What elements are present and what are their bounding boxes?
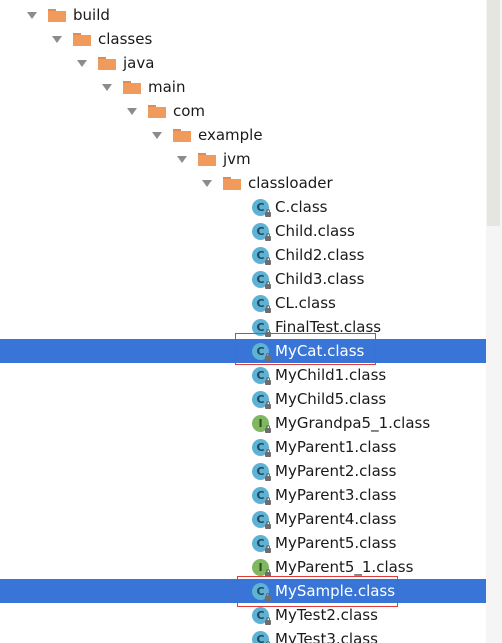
class-icon: C (252, 630, 270, 643)
scrollbar-thumb[interactable] (487, 0, 500, 226)
file-label: Child.class (275, 222, 355, 240)
tree-file-item[interactable]: I MyGrandpa5_1.class (0, 411, 486, 435)
tree-file-item[interactable]: C Child3.class (0, 267, 486, 291)
expand-arrow-icon[interactable] (27, 11, 37, 19)
expand-arrow-icon[interactable] (202, 179, 212, 187)
file-label: MyParent5_1.class (275, 558, 414, 576)
expand-arrow-icon[interactable] (77, 59, 87, 67)
folder-label: example (198, 126, 263, 144)
tree-file-item[interactable]: C MyParent1.class (0, 435, 486, 459)
tree-file-item[interactable]: C MyTest3.class (0, 627, 486, 643)
file-label: C.class (275, 198, 328, 216)
class-icon: C (252, 270, 271, 289)
class-icon: C (252, 246, 271, 265)
tree-file-item[interactable]: C Child.class (0, 219, 486, 243)
file-label: MyParent1.class (275, 438, 397, 456)
expand-arrow-icon[interactable] (177, 155, 187, 163)
lock-icon (265, 304, 271, 313)
lock-icon (265, 616, 271, 625)
file-label: MyChild5.class (275, 390, 387, 408)
file-label: MyParent5.class (275, 534, 397, 552)
folder-label: classloader (248, 174, 333, 192)
tree-file-item[interactable]: C MyChild5.class (0, 387, 486, 411)
tree-folder-java[interactable]: java (0, 51, 486, 75)
tree-folder-example[interactable]: example (0, 123, 486, 147)
tree-file-item[interactable]: C CL.class (0, 291, 486, 315)
lock-icon (265, 496, 271, 505)
tree-folder-classloader[interactable]: classloader (0, 171, 486, 195)
tree-file-item[interactable]: C MyParent3.class (0, 483, 486, 507)
folder-label: com (173, 102, 206, 120)
tree-folder-classes[interactable]: classes (0, 27, 486, 51)
folder-icon (123, 80, 141, 94)
file-label: MyGrandpa5_1.class (275, 414, 431, 432)
class-icon: C (252, 198, 271, 217)
folder-icon (198, 152, 216, 166)
tree-file-item[interactable]: C MyChild1.class (0, 363, 486, 387)
file-label: MyTest2.class (275, 606, 378, 624)
expand-arrow-icon[interactable] (127, 107, 137, 115)
tree-folder-build[interactable]: build (0, 3, 486, 27)
folder-icon (173, 128, 191, 142)
expand-arrow-icon[interactable] (152, 131, 162, 139)
class-icon: C (252, 462, 271, 481)
tree-file-item[interactable]: C C.class (0, 195, 486, 219)
file-label: MyParent3.class (275, 486, 397, 504)
folder-label: classes (98, 30, 153, 48)
folder-icon (148, 104, 166, 118)
class-icon: C (252, 366, 271, 385)
tree-file-item[interactable]: C MyParent2.class (0, 459, 486, 483)
expand-arrow-icon[interactable] (102, 83, 112, 91)
interface-icon: I (252, 414, 271, 433)
project-tree: build classes java main com example jvm … (0, 0, 502, 643)
tree-file-item[interactable]: C Child2.class (0, 243, 486, 267)
interface-icon: I (252, 558, 271, 577)
file-label: MyParent4.class (275, 510, 397, 528)
class-icon: C (252, 534, 271, 553)
class-icon: C (252, 222, 271, 241)
tree-folder-com[interactable]: com (0, 99, 486, 123)
lock-icon (265, 208, 271, 217)
file-label: MyTest3.class (275, 630, 378, 643)
annotation-box (237, 576, 398, 607)
lock-icon (265, 232, 271, 241)
tree-file-item[interactable]: C MyParent4.class (0, 507, 486, 531)
expand-arrow-icon[interactable] (52, 35, 62, 43)
folder-icon (73, 32, 91, 46)
annotation-box (235, 333, 376, 365)
lock-icon (265, 424, 271, 433)
folder-icon (48, 8, 66, 22)
lock-icon (265, 256, 271, 265)
folder-icon (223, 176, 241, 190)
folder-label: build (73, 6, 110, 24)
file-label: MyParent2.class (275, 462, 397, 480)
file-label: Child2.class (275, 246, 365, 264)
file-label: CL.class (275, 294, 336, 312)
folder-label: java (123, 54, 155, 72)
lock-icon (265, 520, 271, 529)
class-icon: C (252, 390, 271, 409)
class-icon: C (252, 510, 271, 529)
lock-icon (265, 448, 271, 457)
class-icon: C (252, 294, 271, 313)
lock-icon (265, 472, 271, 481)
tree-folder-main[interactable]: main (0, 75, 486, 99)
file-label: Child3.class (275, 270, 365, 288)
lock-icon (265, 280, 271, 289)
lock-icon (265, 400, 271, 409)
class-icon: C (252, 606, 271, 625)
lock-icon (265, 544, 271, 553)
file-label: MyChild1.class (275, 366, 387, 384)
folder-label: jvm (223, 150, 251, 168)
class-icon: C (252, 486, 271, 505)
folder-icon (98, 56, 116, 70)
class-icon: C (252, 438, 271, 457)
lock-icon (265, 376, 271, 385)
tree-file-item[interactable]: C MyParent5.class (0, 531, 486, 555)
folder-label: main (148, 78, 186, 96)
tree-folder-jvm[interactable]: jvm (0, 147, 486, 171)
